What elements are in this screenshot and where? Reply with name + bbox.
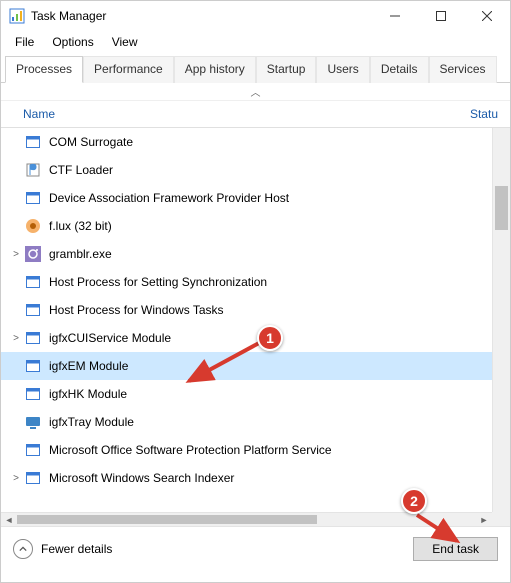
scroll-left-icon[interactable]: ◄ [1,515,17,525]
process-name-label: CTF Loader [49,163,113,177]
exe-icon [25,442,41,458]
titlebar: Task Manager [1,1,510,31]
vertical-scrollbar[interactable] [492,128,510,512]
process-row[interactable]: > gramblr.exe [1,240,492,268]
process-name-label: f.lux (32 bit) [49,219,112,233]
process-row[interactable]: f.lux (32 bit) [1,212,492,240]
process-name-label: Microsoft Windows Search Indexer [49,471,234,485]
process-row[interactable]: COM Surrogate [1,128,492,156]
process-row[interactable]: Host Process for Windows Tasks [1,296,492,324]
exe-icon [25,386,41,402]
tab-app-history[interactable]: App history [174,56,256,83]
process-list[interactable]: COM Surrogate CTF Loader Device Associatio… [1,128,492,512]
process-row[interactable]: Microsoft Office Software Protection Pla… [1,436,492,464]
process-name-label: Microsoft Office Software Protection Pla… [49,443,332,457]
exe-icon [25,330,41,346]
tab-startup[interactable]: Startup [256,56,317,83]
process-name-label: COM Surrogate [49,135,133,149]
chevron-up-circle-icon [13,539,33,559]
exe-icon [25,358,41,374]
tab-details[interactable]: Details [370,56,429,83]
collapse-header-toggle[interactable]: ︿ [1,83,510,101]
tab-processes[interactable]: Processes [5,56,83,83]
tab-services[interactable]: Services [429,56,497,83]
process-name-label: igfxTray Module [49,415,134,429]
process-row[interactable]: igfxTray Module [1,408,492,436]
process-row[interactable]: CTF Loader [1,156,492,184]
flux-icon [25,218,41,234]
close-button[interactable] [464,1,510,31]
ctf-icon [25,162,41,178]
process-name-label: igfxCUIService Module [49,331,171,345]
igfxtray-icon [25,414,41,430]
process-name-label: gramblr.exe [49,247,112,261]
exe-icon [25,274,41,290]
process-name-label: Host Process for Setting Synchronization [49,275,267,289]
fewer-details-label: Fewer details [41,542,112,556]
window-title: Task Manager [31,9,106,23]
column-header-name[interactable]: Name [23,107,470,121]
chevron-up-icon: ︿ [251,84,261,99]
menu-file[interactable]: File [7,33,42,51]
horizontal-scrollbar-thumb[interactable] [17,515,317,524]
column-header-status[interactable]: Statu [470,107,502,121]
column-header-row: Name Statu [1,101,510,128]
annotation-marker-2: 2 [401,488,427,514]
exe-icon [25,470,41,486]
scrollbar-corner [492,512,510,526]
annotation-arrow-2 [411,511,471,551]
process-row[interactable]: Device Association Framework Provider Ho… [1,184,492,212]
expand-chevron-icon[interactable]: > [9,333,23,344]
exe-icon [25,134,41,150]
annotation-marker-1: 1 [257,325,283,351]
scroll-right-icon[interactable]: ► [476,515,492,525]
process-name-label: Device Association Framework Provider Ho… [49,191,289,205]
gramblr-icon [25,246,41,262]
vertical-scrollbar-thumb[interactable] [495,186,508,230]
menu-view[interactable]: View [104,33,146,51]
expand-chevron-icon[interactable]: > [9,473,23,484]
maximize-button[interactable] [418,1,464,31]
tab-strip: Processes Performance App history Startu… [1,55,510,83]
expand-chevron-icon[interactable]: > [9,249,23,260]
app-icon [9,8,25,24]
process-name-label: igfxEM Module [49,359,128,373]
exe-icon [25,302,41,318]
minimize-button[interactable] [372,1,418,31]
process-list-container: COM Surrogate CTF Loader Device Associatio… [1,128,510,526]
process-name-label: Host Process for Windows Tasks [49,303,224,317]
exe-icon [25,190,41,206]
annotation-arrow-1 [179,337,269,393]
tab-users[interactable]: Users [316,56,369,83]
menubar: File Options View [1,31,510,55]
tab-performance[interactable]: Performance [83,56,174,83]
fewer-details-button[interactable]: Fewer details [13,539,112,559]
process-row[interactable]: Host Process for Setting Synchronization [1,268,492,296]
process-name-label: igfxHK Module [49,387,127,401]
menu-options[interactable]: Options [44,33,101,51]
